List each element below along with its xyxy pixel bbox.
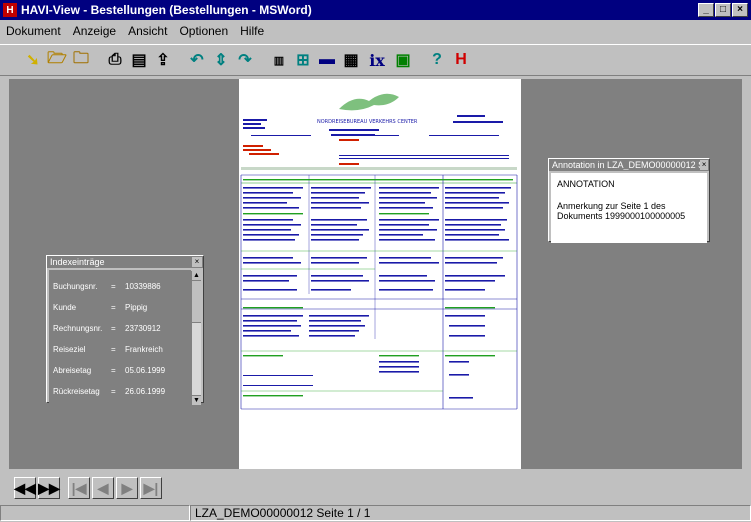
- select-icon[interactable]: ➘: [22, 49, 44, 71]
- menu-bar: Dokument Anzeige Ansicht Optionen Hilfe: [0, 21, 751, 41]
- rotate-left-icon[interactable]: ↶: [186, 49, 208, 71]
- annotation-titlebar[interactable]: Annotation in LZA_DEMO00000012 Seite 1 /…: [549, 159, 709, 171]
- document-logo: [339, 93, 399, 111]
- document-header-center: NORDREISEBUREAU VERKEHRS CENTER: [317, 119, 418, 125]
- index-window[interactable]: Indexeinträge × Buchungsnr. = 10339886 Kun…: [46, 255, 204, 405]
- index-row: Reiseziel = Frankreich: [53, 345, 163, 354]
- menu-dokument[interactable]: Dokument: [4, 23, 63, 39]
- annotation-text-1: Anmerkung zur Seite 1 des: [557, 201, 666, 211]
- index-row: Kunde = Pippig: [53, 303, 148, 312]
- first-document-icon[interactable]: ◀◀: [14, 477, 36, 499]
- index-value: 26.06.1999: [125, 387, 166, 396]
- print-setup-icon[interactable]: ▤: [128, 49, 150, 71]
- window-title: HAVI-View - Bestellungen (Bestellungen -…: [21, 3, 312, 17]
- annotation-text-2: Dokuments 1999000100000005: [557, 211, 686, 221]
- index-label: Buchungsnr.: [53, 282, 98, 291]
- index-value: Frankreich: [125, 345, 163, 354]
- index-label: Reiseziel: [53, 345, 86, 354]
- document-rows: [243, 187, 511, 399]
- app-icon: H: [3, 3, 17, 17]
- maximize-button[interactable]: □: [715, 3, 731, 17]
- index-titlebar[interactable]: Indexeinträge ×: [47, 256, 203, 268]
- calculator-icon[interactable]: ▣: [392, 49, 414, 71]
- title-bar: H HAVI-View - Bestellungen (Bestellungen…: [0, 0, 751, 20]
- index-close-icon[interactable]: ×: [192, 257, 202, 267]
- next-page-icon[interactable]: ▶: [116, 477, 138, 499]
- notes-icon[interactable]: ▦: [340, 49, 362, 71]
- index-icon[interactable]: ix: [364, 49, 390, 71]
- index-row: Rechnungsnr. = 23730912: [53, 324, 161, 333]
- toolbar: ➘ 🗁 🗀 ⎙ ▤ ⇪ ↶ ⇕ ↷ ▥ ⊞ ▬ ▦ ix ▣ ? H: [0, 44, 751, 76]
- status-bar: LZA_DEMO00000012 Seite 1 / 1: [0, 505, 751, 522]
- first-page-icon[interactable]: |◀: [68, 477, 90, 499]
- menu-optionen[interactable]: Optionen: [177, 23, 230, 39]
- menu-anzeige[interactable]: Anzeige: [71, 23, 118, 39]
- view-icon[interactable]: ▬: [316, 49, 338, 71]
- zoom-icon[interactable]: ▥: [268, 49, 290, 71]
- last-page-icon[interactable]: ▶|: [140, 477, 162, 499]
- index-row: Abreisetag = 05.06.1999: [53, 366, 166, 375]
- open-folder-icon[interactable]: 🗀: [70, 49, 92, 71]
- navigation-bar: ◀◀ ▶▶ |◀ ◀ ▶ ▶|: [0, 472, 751, 504]
- rotate-right-icon[interactable]: ↷: [234, 49, 256, 71]
- index-label: Abreisetag: [53, 366, 92, 375]
- index-list: Buchungsnr. = 10339886 Kunde = Pippig Rechnu…: [49, 270, 191, 404]
- index-value: Pippig: [125, 303, 148, 312]
- status-document: LZA_DEMO00000012 Seite 1 / 1: [190, 505, 751, 521]
- menu-hilfe[interactable]: Hilfe: [238, 23, 266, 39]
- index-value: 05.06.1999: [125, 366, 166, 375]
- annotation-window[interactable]: Annotation in LZA_DEMO00000012 Seite 1 /…: [548, 158, 710, 243]
- index-value: 10339886: [125, 282, 161, 291]
- scroll-thumb[interactable]: [192, 281, 201, 323]
- help-icon[interactable]: ?: [426, 49, 448, 71]
- close-button[interactable]: ×: [732, 3, 748, 17]
- annotation-body[interactable]: ANNOTATION Anmerkung zur Seite 1 des Dok…: [551, 173, 707, 243]
- annotation-heading: ANNOTATION: [557, 179, 615, 189]
- open-icon[interactable]: 🗁: [46, 49, 68, 71]
- index-label: Rechnungsnr.: [53, 324, 103, 333]
- print-icon[interactable]: ⎙: [104, 49, 126, 71]
- index-scrollbar[interactable]: ▲ ▼: [191, 271, 201, 405]
- scroll-up-icon[interactable]: ▲: [192, 271, 201, 281]
- scroll-down-icon[interactable]: ▼: [192, 395, 201, 405]
- status-left: [0, 505, 190, 521]
- document-page[interactable]: NORDREISEBUREAU VERKEHRS CENTER: [239, 79, 521, 469]
- index-row: Buchungsnr. = 10339886: [53, 282, 161, 291]
- index-label: Kunde: [53, 303, 77, 312]
- index-label: Rückreisetag: [53, 387, 100, 396]
- havi-icon[interactable]: H: [450, 49, 472, 71]
- annotation-close-icon[interactable]: ×: [700, 160, 708, 170]
- index-title: Indexeinträge: [50, 257, 105, 267]
- document-content: NORDREISEBUREAU VERKEHRS CENTER: [240, 93, 518, 410]
- index-row: Rückreisetag = 26.06.1999: [53, 387, 166, 396]
- minimize-button[interactable]: _: [698, 3, 714, 17]
- last-document-icon[interactable]: ▶▶: [38, 477, 60, 499]
- index-value: 23730912: [125, 324, 161, 333]
- menu-ansicht[interactable]: Ansicht: [126, 23, 169, 39]
- fit-height-icon[interactable]: ⇕: [210, 49, 232, 71]
- previous-page-icon[interactable]: ◀: [92, 477, 114, 499]
- annotation-title: Annotation in LZA_DEMO00000012 Seite 1 /…: [552, 160, 700, 170]
- export-icon[interactable]: ⇪: [152, 49, 174, 71]
- fit-page-icon[interactable]: ⊞: [292, 49, 314, 71]
